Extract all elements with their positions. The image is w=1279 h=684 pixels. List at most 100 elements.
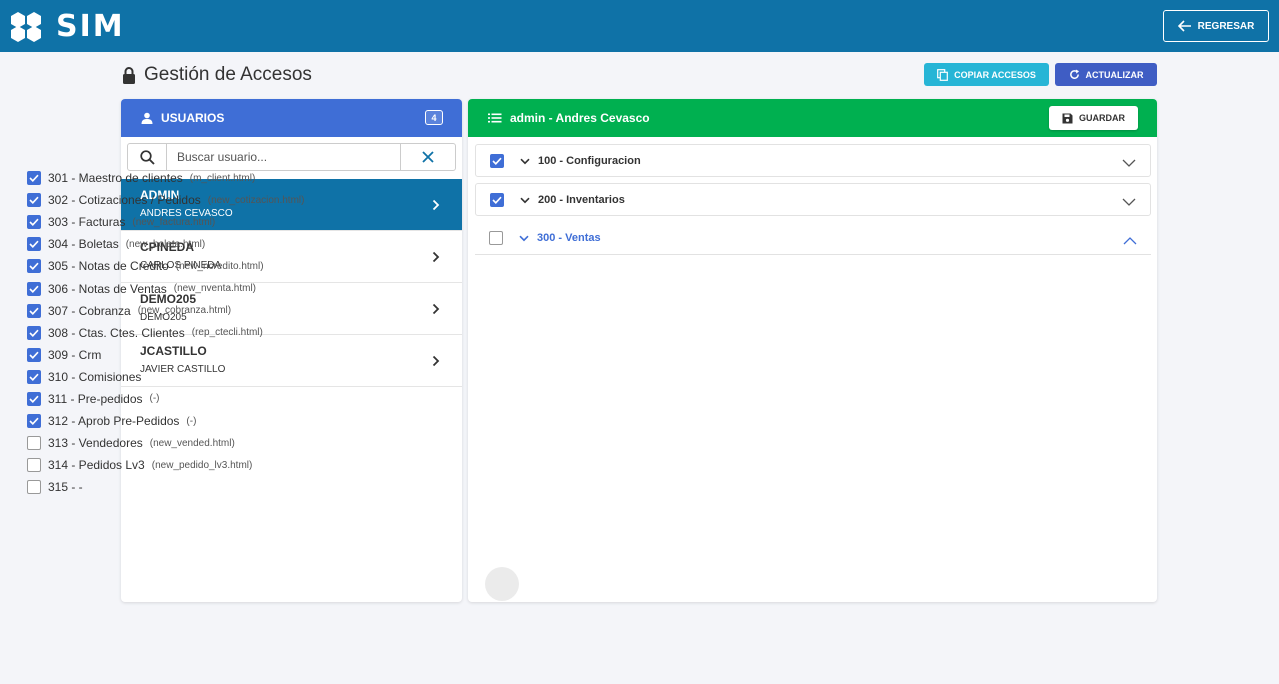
check-icon (29, 307, 39, 315)
user-icon (141, 112, 153, 124)
group-label: 100 - Configuracion (538, 154, 641, 167)
back-button[interactable]: REGRESAR (1163, 10, 1269, 42)
module-checkbox[interactable] (27, 369, 41, 384)
module-label: 303 - Facturas (48, 215, 126, 230)
module-items-list: 301 - Maestro de clientes (m_client.html)… (27, 167, 667, 498)
arrow-left-icon (1177, 20, 1191, 32)
close-icon (422, 151, 434, 163)
module-file: (new_pedido_lv3.html) (151, 459, 253, 471)
check-icon (29, 196, 39, 205)
module-checkbox[interactable] (27, 391, 41, 406)
list-icon (488, 113, 502, 123)
module-label: 305 - Notas de Credito (48, 259, 169, 274)
module-file: (-) (186, 415, 197, 427)
access-header-title: admin - Andres Cevasco (510, 111, 650, 125)
top-bar: SIM REGRESAR (0, 0, 1279, 52)
module-file: (new_ncredito.html) (175, 260, 264, 272)
group-toggle[interactable] (1122, 194, 1136, 212)
module-label: 310 - Comisiones (48, 369, 142, 384)
module-item: 312 - Aprob Pre-Pedidos (-) (27, 410, 667, 432)
module-label: 312 - Aprob Pre-Pedidos (48, 414, 180, 429)
module-file: (new_vended.html) (149, 437, 235, 449)
module-item: 307 - Cobranza (new_cobranza.html) (27, 300, 667, 322)
check-icon (29, 395, 39, 403)
check-icon (29, 240, 39, 249)
module-checkbox[interactable] (27, 480, 41, 495)
check-icon (29, 285, 39, 293)
module-checkbox[interactable] (27, 193, 41, 208)
caret-down-icon (1122, 198, 1136, 206)
copy-access-button[interactable]: COPIAR ACCESOS (924, 63, 1049, 86)
module-label: 301 - Maestro de clientes (48, 171, 183, 186)
module-checkbox[interactable] (27, 171, 41, 186)
module-file: (new_cotizacion.html) (207, 194, 305, 206)
module-label: 307 - Cobranza (48, 303, 131, 318)
module-label: 309 - Crm (48, 347, 102, 362)
module-label: 304 - Boletas (48, 237, 119, 252)
module-label: 302 - Cotizaciones / Pedidos (48, 193, 201, 208)
module-file: (new_boleta.html) (125, 238, 206, 250)
module-item: 306 - Notas de Ventas (new_nventa.html) (27, 277, 667, 299)
group-toggle[interactable] (1123, 232, 1137, 250)
group-toggle[interactable] (1122, 155, 1136, 173)
module-label: 315 - - (48, 480, 83, 495)
checkbox-hover-ripple (485, 567, 519, 601)
logo-text: SIM (56, 8, 125, 44)
check-icon (29, 329, 39, 337)
module-file: (new_nventa.html) (173, 283, 257, 295)
check-icon (29, 263, 39, 271)
users-count-badge: 4 (425, 110, 443, 125)
group-checkbox[interactable] (490, 153, 504, 168)
back-button-label: REGRESAR (1197, 20, 1255, 32)
module-checkbox[interactable] (27, 215, 41, 230)
app-logo[interactable]: SIM (8, 8, 125, 44)
module-checkbox[interactable] (27, 303, 41, 318)
copy-icon (937, 68, 949, 81)
module-label: 308 - Ctas. Ctes. Clientes (48, 325, 185, 340)
module-item: 304 - Boletas (new_boleta.html) (27, 233, 667, 255)
users-header: USUARIOS 4 (121, 99, 462, 137)
refresh-button[interactable]: ACTUALIZAR (1055, 63, 1157, 86)
module-item: 303 - Facturas (new_factura.html) (27, 211, 667, 233)
module-file: (new_cobranza.html) (137, 305, 232, 317)
module-item: 302 - Cotizaciones / Pedidos (new_cotizac… (27, 189, 667, 211)
users-header-title: USUARIOS (161, 111, 225, 125)
module-checkbox[interactable] (27, 281, 41, 296)
lock-icon (123, 66, 135, 84)
refresh-icon (1069, 69, 1079, 79)
module-item: 311 - Pre-pedidos (-) (27, 388, 667, 410)
module-file: (m_client.html) (189, 172, 256, 184)
module-item: 309 - Crm (27, 344, 667, 366)
module-checkbox[interactable] (27, 414, 41, 429)
page-title: Gestión de Accesos (122, 62, 312, 88)
module-checkbox[interactable] (27, 325, 41, 340)
module-item: 313 - Vendedores (new_vended.html) (27, 432, 667, 454)
check-icon (492, 157, 502, 165)
check-icon (29, 351, 39, 359)
module-file: (-) (149, 393, 160, 405)
module-checkbox[interactable] (27, 347, 41, 362)
module-label: 311 - Pre-pedidos (48, 391, 143, 406)
module-label: 313 - Vendedores (48, 436, 143, 451)
search-icon (139, 149, 155, 165)
module-checkbox[interactable] (27, 436, 41, 451)
copy-access-label: COPIAR ACCESOS (954, 69, 1036, 80)
hexagon-logo-icon (11, 12, 41, 42)
module-checkbox[interactable] (27, 237, 41, 252)
module-checkbox[interactable] (27, 458, 41, 473)
access-header: admin - Andres Cevasco GUARDAR (468, 99, 1157, 137)
module-label: 306 - Notas de Ventas (48, 281, 167, 296)
chevron-down-icon (520, 158, 530, 164)
module-item: 301 - Maestro de clientes (m_client.html) (27, 167, 667, 189)
refresh-label: ACTUALIZAR (1085, 69, 1144, 80)
module-item: 305 - Notas de Credito (new_ncredito.html… (27, 255, 667, 277)
save-button[interactable]: GUARDAR (1049, 106, 1138, 130)
caret-up-icon (1123, 237, 1137, 245)
module-item: 310 - Comisiones (27, 366, 667, 388)
module-item: 315 - - (27, 476, 667, 498)
module-label: 314 - Pedidos Lv3 (48, 458, 145, 473)
module-item: 314 - Pedidos Lv3 (new_pedido_lv3.html) (27, 454, 667, 476)
save-icon (1062, 113, 1073, 123)
check-icon (29, 218, 39, 227)
module-checkbox[interactable] (27, 259, 41, 274)
